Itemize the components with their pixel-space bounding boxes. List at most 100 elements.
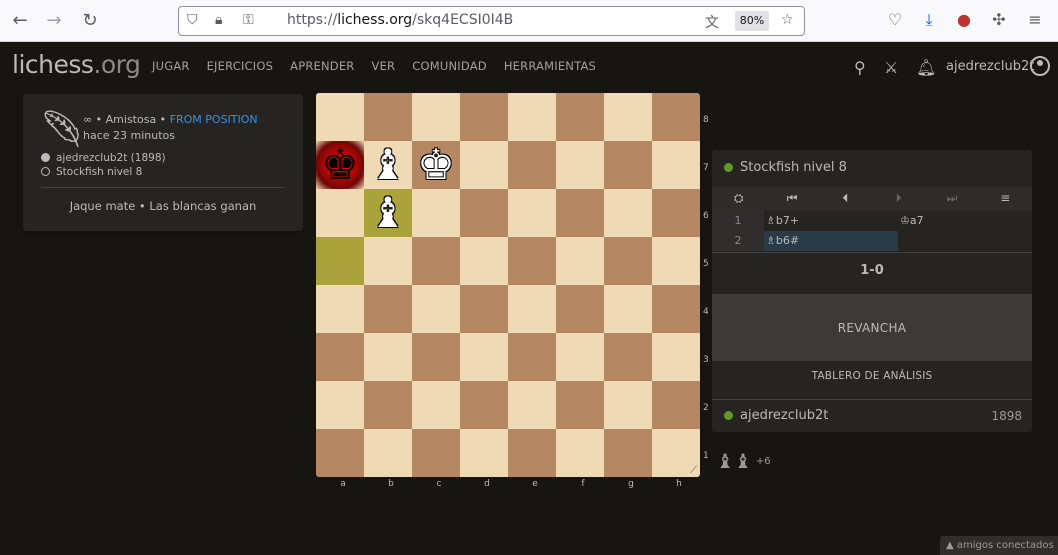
square-g3[interactable] [604, 333, 652, 381]
square-f3[interactable] [556, 333, 604, 381]
challenge-swords-icon[interactable]: ⚔ [884, 58, 898, 77]
square-b6[interactable]: ♝ [364, 189, 412, 237]
square-d2[interactable] [460, 381, 508, 429]
shield-icon[interactable]: ⛉ [187, 12, 198, 28]
rematch-button[interactable]: REVANCHA [712, 294, 1032, 362]
square-c4[interactable] [412, 285, 460, 333]
square-d5[interactable] [460, 237, 508, 285]
square-f4[interactable] [556, 285, 604, 333]
square-d1[interactable] [460, 429, 508, 477]
square-g6[interactable] [604, 189, 652, 237]
back-icon[interactable]: ← [8, 9, 32, 33]
menu-icon[interactable]: ≡ [1024, 10, 1046, 29]
square-d6[interactable] [460, 189, 508, 237]
nav-ver[interactable]: VER [372, 59, 396, 73]
square-a7[interactable]: ♚ [316, 141, 364, 189]
square-b3[interactable] [364, 333, 412, 381]
square-d7[interactable] [460, 141, 508, 189]
translate-icon[interactable]: 文 [705, 12, 719, 32]
move-white-active[interactable]: ♗b6# [764, 231, 898, 251]
square-e1[interactable] [508, 429, 556, 477]
extension-icon[interactable]: ● [953, 10, 975, 29]
square-a2[interactable] [316, 381, 364, 429]
square-f5[interactable] [556, 237, 604, 285]
white-king-icon[interactable]: ♚ [417, 141, 455, 189]
white-bishop-icon[interactable]: ♝ [369, 141, 407, 189]
square-c5[interactable] [412, 237, 460, 285]
move-white[interactable]: ♗b7+ [764, 211, 898, 231]
notifications-bell-icon[interactable]: 🔔︎ [916, 58, 936, 77]
menu-hamburger-icon[interactable]: ≡ [979, 186, 1032, 211]
square-c6[interactable] [412, 189, 460, 237]
user-menu[interactable]: ajedrezclub2t [946, 59, 1034, 74]
square-e4[interactable] [508, 285, 556, 333]
square-e2[interactable] [508, 381, 556, 429]
square-d4[interactable] [460, 285, 508, 333]
square-f2[interactable] [556, 381, 604, 429]
square-h3[interactable] [652, 333, 700, 381]
square-g8[interactable] [604, 93, 652, 141]
nav-ejercicios[interactable]: EJERCICIOS [207, 59, 274, 73]
square-e8[interactable] [508, 93, 556, 141]
square-e5[interactable] [508, 237, 556, 285]
nav-jugar[interactable]: JUGAR [152, 59, 190, 73]
player-name[interactable]: ajedrezclub2t [740, 408, 828, 423]
square-b2[interactable] [364, 381, 412, 429]
url-text[interactable]: https://lichess.org/skq4ECSI0I4B [287, 12, 513, 28]
square-f1[interactable] [556, 429, 604, 477]
square-h4[interactable] [652, 285, 700, 333]
square-d8[interactable] [460, 93, 508, 141]
square-g2[interactable] [604, 381, 652, 429]
square-c8[interactable] [412, 93, 460, 141]
square-b4[interactable] [364, 285, 412, 333]
square-h6[interactable] [652, 189, 700, 237]
square-e6[interactable] [508, 189, 556, 237]
square-c2[interactable] [412, 381, 460, 429]
square-b1[interactable] [364, 429, 412, 477]
square-c3[interactable] [412, 333, 460, 381]
nav-comunidad[interactable]: COMUNIDAD [412, 59, 487, 73]
square-g4[interactable] [604, 285, 652, 333]
next-move-icon[interactable]: ⏵ [872, 186, 925, 211]
square-g5[interactable] [604, 237, 652, 285]
flip-board-icon[interactable]: ⛭ [712, 186, 765, 211]
bookmark-star-icon[interactable]: ☆ [781, 12, 794, 28]
square-b8[interactable] [364, 93, 412, 141]
lock-icon[interactable]: 🔒︎ [215, 12, 222, 28]
square-d3[interactable] [460, 333, 508, 381]
square-h5[interactable] [652, 237, 700, 285]
avatar-icon[interactable] [1030, 56, 1050, 76]
square-g1[interactable] [604, 429, 652, 477]
forward-icon[interactable]: → [42, 9, 66, 33]
black-player[interactable]: Stockfish nivel 8 [41, 166, 142, 178]
url-bar[interactable]: ⛉ 🔒︎ ⚿ https://lichess.org/skq4ECSI0I4B … [178, 6, 805, 36]
square-b7[interactable]: ♝ [364, 141, 412, 189]
analysis-board-button[interactable]: TABLERO DE ANÁLISIS [712, 370, 1032, 382]
move-black[interactable]: ♔a7 [898, 211, 1032, 231]
square-h2[interactable] [652, 381, 700, 429]
square-f8[interactable] [556, 93, 604, 141]
first-move-icon[interactable]: ⏮ [765, 186, 818, 211]
square-a4[interactable] [316, 285, 364, 333]
friends-online-button[interactable]: ▲ amigos conectados [940, 536, 1058, 555]
square-a3[interactable] [316, 333, 364, 381]
square-a5[interactable] [316, 237, 364, 285]
square-a8[interactable] [316, 93, 364, 141]
nav-aprender[interactable]: APRENDER [290, 59, 354, 73]
zoom-level[interactable]: 80% [735, 11, 769, 31]
opponent-name[interactable]: Stockfish nivel 8 [740, 160, 847, 175]
square-c7[interactable]: ♚ [412, 141, 460, 189]
last-move-icon[interactable]: ⏭ [925, 186, 978, 211]
square-f7[interactable] [556, 141, 604, 189]
square-a1[interactable] [316, 429, 364, 477]
white-bishop-icon[interactable]: ♝ [369, 189, 407, 237]
extensions-puzzle-icon[interactable]: ✣ [988, 10, 1010, 29]
from-position-link[interactable]: FROM POSITION [170, 113, 258, 126]
square-h7[interactable] [652, 141, 700, 189]
site-logo[interactable]: lichess.org [12, 50, 141, 79]
square-c1[interactable] [412, 429, 460, 477]
square-e3[interactable] [508, 333, 556, 381]
reload-icon[interactable]: ↻ [78, 9, 102, 33]
pocket-icon[interactable]: ♡ [884, 10, 906, 29]
black-king-icon[interactable]: ♚ [321, 141, 359, 189]
